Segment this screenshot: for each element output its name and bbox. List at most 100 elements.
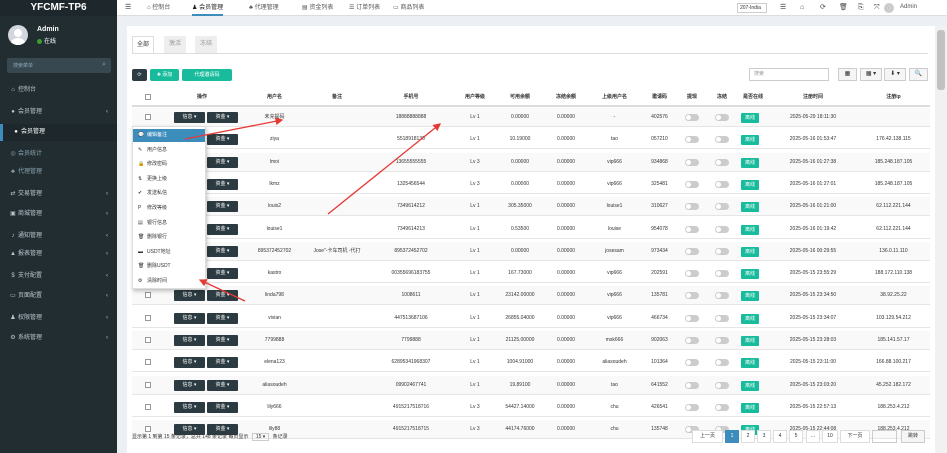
page-button-4[interactable]: 4 xyxy=(773,430,787,443)
refresh-button[interactable]: ⟳ xyxy=(132,69,147,81)
copy-icon[interactable]: ⎘ xyxy=(858,2,864,14)
freeze-toggle[interactable] xyxy=(715,403,729,411)
sidebar-item-3[interactable]: ◎ 会员统计 xyxy=(0,146,117,163)
tab-all[interactable]: 全部 xyxy=(132,36,154,53)
funds-button[interactable]: 资金 ▾ xyxy=(207,379,238,391)
dropdown-item-6[interactable]: ▤ 银行信息 xyxy=(133,217,205,230)
dropdown-item-2[interactable]: 🔒 修改密码 xyxy=(133,158,205,171)
tab-frozen[interactable]: 冻结 xyxy=(195,36,217,53)
select-all-checkbox[interactable] xyxy=(145,94,151,100)
withdraw-toggle[interactable] xyxy=(685,136,699,144)
page-button-0[interactable]: 上一页 xyxy=(692,430,723,443)
dropdown-item-5[interactable]: P 修改等级 xyxy=(133,202,205,215)
info-button[interactable]: 信息 ▾ xyxy=(174,335,205,346)
funds-button[interactable]: 资金 ▾ xyxy=(207,245,238,257)
withdraw-toggle[interactable] xyxy=(685,158,699,166)
page-jump-button[interactable]: 跳转 xyxy=(901,430,925,443)
info-button[interactable]: 信息 ▾ xyxy=(174,357,205,369)
sidebar-item-1[interactable]: ● 会员管理 ‹ xyxy=(0,104,117,121)
withdraw-toggle[interactable] xyxy=(685,403,699,411)
withdraw-toggle[interactable] xyxy=(685,314,699,322)
page-button-5[interactable]: 5 xyxy=(789,430,803,443)
sidebar-search-input[interactable]: 搜索菜单 ⌕ xyxy=(7,58,111,73)
funds-button[interactable]: 资金 ▾ xyxy=(207,201,238,213)
dropdown-item-1[interactable]: ✎ 用户信息 xyxy=(133,144,205,157)
funds-button[interactable]: 资金 ▾ xyxy=(207,134,238,146)
column-header[interactable] xyxy=(132,88,162,107)
top-tab-4[interactable]: ☰ 订单列表 xyxy=(349,0,380,16)
top-tab-3[interactable]: ▤ 资金列表 xyxy=(302,0,333,16)
info-button[interactable]: 信息 ▾ xyxy=(174,379,205,391)
advanced-search-button[interactable]: 🔍 xyxy=(909,68,928,81)
top-tab-5[interactable]: ▭ 商品列表 xyxy=(393,0,424,16)
row-checkbox[interactable] xyxy=(145,381,151,388)
trash-icon[interactable]: 🗑 xyxy=(839,2,848,14)
sidebar-item-12[interactable]: ⚙ 系统管理 ‹ xyxy=(0,330,117,347)
dropdown-item-9[interactable]: 🗑 删除USDT xyxy=(133,260,205,273)
top-admin-name[interactable]: Admin xyxy=(900,4,917,10)
page-button-2[interactable]: 2 xyxy=(741,430,755,443)
funds-button[interactable]: 资金 ▾ xyxy=(207,156,238,168)
withdraw-toggle[interactable] xyxy=(685,225,699,233)
info-button[interactable]: 信息 ▾ xyxy=(174,312,205,324)
search-input[interactable]: 搜索 xyxy=(749,68,829,81)
funds-button[interactable]: 资金 ▾ xyxy=(207,290,238,302)
sidebar-item-9[interactable]: $ 支付配置 ‹ xyxy=(0,268,117,285)
withdraw-toggle[interactable] xyxy=(685,180,699,188)
sidebar-item-11[interactable]: ♟ 权限管理 ‹ xyxy=(0,310,117,327)
freeze-toggle[interactable] xyxy=(715,314,729,322)
withdraw-toggle[interactable] xyxy=(685,337,699,344)
scrollbar-thumb[interactable] xyxy=(937,30,945,90)
row-checkbox[interactable] xyxy=(145,114,151,120)
withdraw-toggle[interactable] xyxy=(685,247,699,255)
add-button[interactable]: ✚ 添加 xyxy=(150,69,179,81)
fullscreen-icon[interactable]: ⤧ xyxy=(874,2,880,14)
row-checkbox[interactable] xyxy=(145,359,151,366)
funds-button[interactable]: 资金 ▾ xyxy=(207,401,238,413)
freeze-toggle[interactable] xyxy=(715,225,729,233)
row-checkbox[interactable] xyxy=(145,426,151,433)
withdraw-toggle[interactable] xyxy=(685,359,699,367)
freeze-toggle[interactable] xyxy=(715,136,729,144)
tab-active[interactable]: 激活 xyxy=(164,36,186,53)
menu-toggle-icon[interactable]: ☰ xyxy=(125,2,131,14)
row-checkbox[interactable] xyxy=(145,403,151,410)
top-tab-1[interactable]: ♟ 会员管理 xyxy=(192,0,224,16)
page-size-select[interactable]: 15 ▾ xyxy=(251,433,270,441)
top-tab-0[interactable]: ⌂ 控制台 xyxy=(147,0,170,16)
home-icon[interactable]: ⌂ xyxy=(800,2,804,14)
sidebar-item-4[interactable]: ♣ 代理管理 xyxy=(0,164,117,181)
funds-button[interactable]: 资金 ▾ xyxy=(207,178,238,190)
scrollbar-track[interactable] xyxy=(935,26,947,453)
top-tab-2[interactable]: ♣ 代理管理 xyxy=(249,0,279,16)
withdraw-toggle[interactable] xyxy=(685,270,699,278)
row-checkbox[interactable] xyxy=(145,337,151,343)
withdraw-toggle[interactable] xyxy=(685,292,699,300)
dropdown-item-8[interactable]: ▬ USDT地址 xyxy=(133,246,205,259)
row-checkbox[interactable] xyxy=(145,292,151,299)
dropdown-item-0[interactable]: 💬 编辑备注 xyxy=(133,129,205,142)
info-button[interactable]: 信息 ▾ xyxy=(174,290,205,302)
dropdown-item-4[interactable]: ✔ 发送私信 xyxy=(133,187,205,200)
refresh-icon[interactable]: ⟳ xyxy=(820,2,826,14)
withdraw-toggle[interactable] xyxy=(685,203,699,211)
funds-button[interactable]: 资金 ▾ xyxy=(207,312,238,324)
funds-button[interactable]: 资金 ▾ xyxy=(207,268,238,280)
row-checkbox[interactable] xyxy=(145,314,151,321)
freeze-toggle[interactable] xyxy=(715,381,729,389)
sidebar-item-5[interactable]: ⇄ 交易管理 ‹ xyxy=(0,186,117,203)
sidebar-item-0[interactable]: ⌂ 控制台 xyxy=(0,82,117,99)
sidebar-item-10[interactable]: ▭ 页面配置 ‹ xyxy=(0,288,117,305)
freeze-toggle[interactable] xyxy=(715,180,729,188)
freeze-toggle[interactable] xyxy=(715,158,729,166)
dropdown-item-3[interactable]: ⇅ 更换上级 xyxy=(133,173,205,186)
page-jump-input[interactable] xyxy=(872,430,897,443)
page-button-1[interactable]: 1 xyxy=(725,430,739,443)
freeze-toggle[interactable] xyxy=(715,270,729,278)
freeze-toggle[interactable] xyxy=(715,247,729,255)
freeze-toggle[interactable] xyxy=(715,337,729,344)
funds-button[interactable]: 资金 ▾ xyxy=(207,335,238,346)
freeze-toggle[interactable] xyxy=(715,292,729,300)
agent-code-button[interactable]: 代理邀请码 xyxy=(182,69,232,81)
freeze-toggle[interactable] xyxy=(715,359,729,367)
